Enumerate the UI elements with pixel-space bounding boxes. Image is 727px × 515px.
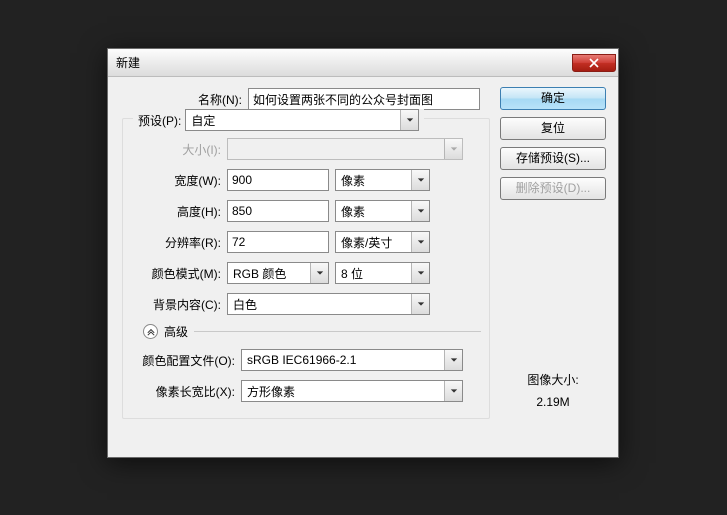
preset-legend: 预设(P): 自定 — [133, 109, 424, 131]
height-row: 高度(H): 像素 — [131, 199, 481, 223]
height-unit: 像素 — [336, 203, 411, 220]
preset-value: 自定 — [186, 112, 400, 129]
bits-value: 8 位 — [336, 265, 411, 282]
left-column: 名称(N): 预设(P): 自定 大小(I): — [120, 87, 492, 419]
background-label: 背景内容(C): — [131, 296, 227, 313]
name-input[interactable] — [248, 88, 480, 110]
dropdown-icon — [444, 350, 462, 370]
save-preset-button[interactable]: 存储预设(S)... — [500, 147, 606, 170]
resolution-unit-combo[interactable]: 像素/英寸 — [335, 231, 430, 253]
height-label: 高度(H): — [131, 203, 227, 220]
width-unit: 像素 — [336, 172, 411, 189]
dropdown-icon — [444, 139, 462, 159]
width-row: 宽度(W): 像素 — [131, 168, 481, 192]
preset-label: 预设(P): — [138, 112, 181, 129]
aspect-label: 像素长宽比(X): — [131, 383, 241, 400]
titlebar[interactable]: 新建 — [108, 49, 618, 77]
bits-combo[interactable]: 8 位 — [335, 262, 430, 284]
height-input[interactable] — [227, 200, 329, 222]
aspect-combo[interactable]: 方形像素 — [241, 380, 463, 402]
ok-button[interactable]: 确定 — [500, 87, 606, 110]
close-button[interactable] — [572, 54, 616, 72]
dropdown-icon — [444, 381, 462, 401]
size-row: 大小(I): — [131, 137, 481, 161]
size-label: 大小(I): — [131, 141, 227, 158]
mode-combo[interactable]: RGB 颜色 — [227, 262, 329, 284]
width-label: 宽度(W): — [131, 172, 227, 189]
image-size-info: 图像大小: 2.19M — [500, 370, 606, 413]
name-label: 名称(N): — [120, 91, 248, 108]
divider — [194, 331, 481, 332]
resolution-label: 分辨率(R): — [131, 234, 227, 251]
profile-value: sRGB IEC61966-2.1 — [242, 353, 444, 367]
resolution-input[interactable] — [227, 231, 329, 253]
width-input[interactable] — [227, 169, 329, 191]
dropdown-icon — [411, 201, 429, 221]
image-size-label: 图像大小: — [500, 370, 606, 392]
advanced-header[interactable]: 高级 — [143, 323, 481, 340]
name-row: 名称(N): — [120, 87, 492, 111]
collapse-icon[interactable] — [143, 324, 158, 339]
mode-label: 颜色模式(M): — [131, 265, 227, 282]
mode-row: 颜色模式(M): RGB 颜色 8 位 — [131, 261, 481, 285]
dropdown-icon — [411, 294, 429, 314]
aspect-row: 像素长宽比(X): 方形像素 — [131, 379, 481, 403]
profile-label: 颜色配置文件(O): — [131, 352, 241, 369]
resolution-unit: 像素/英寸 — [336, 234, 411, 251]
delete-preset-button: 删除预设(D)... — [500, 177, 606, 200]
aspect-value: 方形像素 — [242, 383, 444, 400]
background-value: 白色 — [228, 296, 411, 313]
dropdown-icon — [310, 263, 328, 283]
profile-row: 颜色配置文件(O): sRGB IEC61966-2.1 — [131, 348, 481, 372]
mode-value: RGB 颜色 — [228, 265, 310, 282]
preset-group: 预设(P): 自定 大小(I): 宽度(W): — [122, 118, 490, 419]
background-combo[interactable]: 白色 — [227, 293, 430, 315]
dialog-title: 新建 — [116, 54, 140, 71]
close-icon — [589, 58, 599, 68]
background-row: 背景内容(C): 白色 — [131, 292, 481, 316]
reset-button[interactable]: 复位 — [500, 117, 606, 140]
preset-combo[interactable]: 自定 — [185, 109, 419, 131]
right-column: 确定 复位 存储预设(S)... 删除预设(D)... 图像大小: 2.19M — [500, 87, 606, 419]
profile-combo[interactable]: sRGB IEC61966-2.1 — [241, 349, 463, 371]
new-document-dialog: 新建 名称(N): 预设(P): 自定 大小(I): — [107, 48, 619, 458]
dropdown-icon — [400, 110, 418, 130]
width-unit-combo[interactable]: 像素 — [335, 169, 430, 191]
dropdown-icon — [411, 263, 429, 283]
dropdown-icon — [411, 232, 429, 252]
dropdown-icon — [411, 170, 429, 190]
resolution-row: 分辨率(R): 像素/英寸 — [131, 230, 481, 254]
image-size-value: 2.19M — [500, 392, 606, 414]
height-unit-combo[interactable]: 像素 — [335, 200, 430, 222]
advanced-label: 高级 — [164, 323, 188, 340]
dialog-body: 名称(N): 预设(P): 自定 大小(I): — [108, 77, 618, 429]
size-combo — [227, 138, 463, 160]
